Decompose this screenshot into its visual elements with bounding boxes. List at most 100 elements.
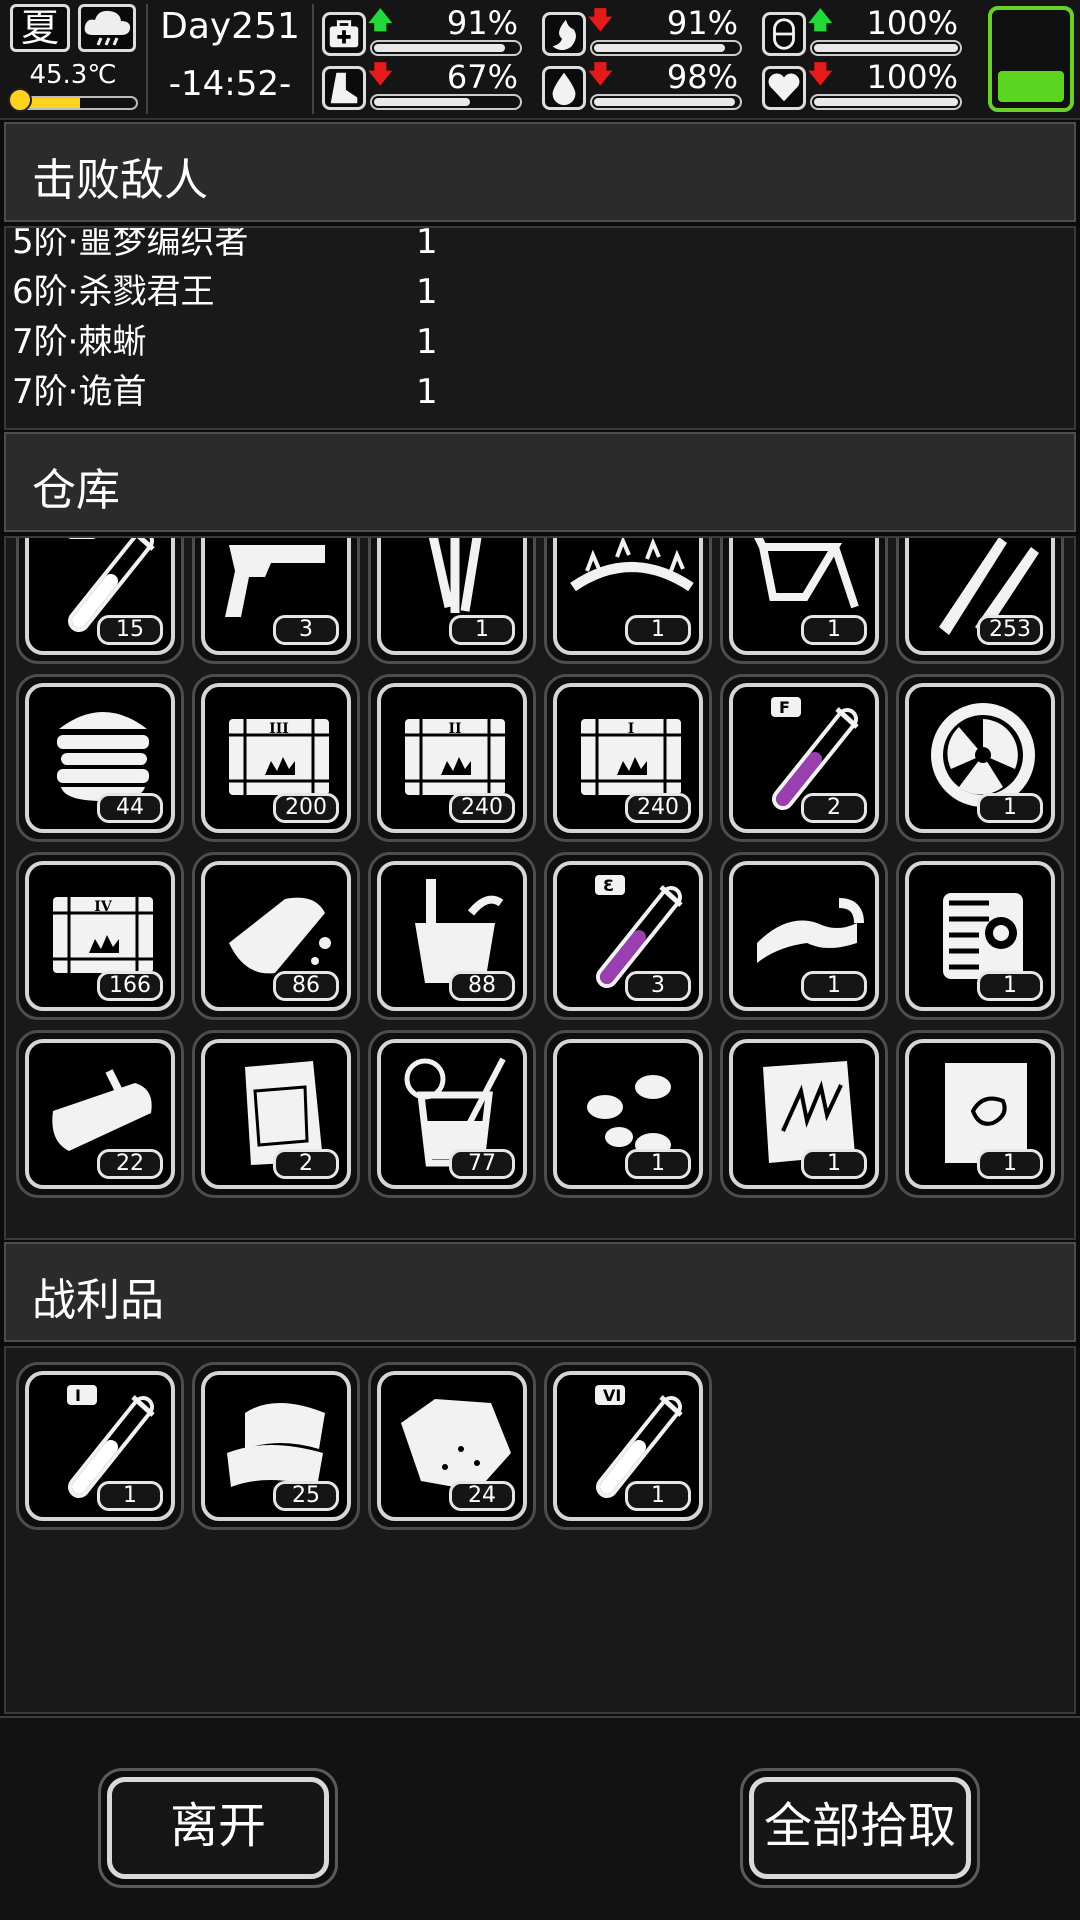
capsule-icon: [762, 12, 806, 56]
test-tube-vi-icon: VI 1: [553, 1371, 703, 1521]
defeated-enemy-list[interactable]: 5阶·噩梦编织者 1 6阶·杀戮君王 1 7阶·棘蜥 1 7阶·诡首 1: [4, 226, 1076, 430]
section-title: 仓库: [32, 465, 120, 516]
item-slot[interactable]: 1: [544, 538, 712, 664]
svg-text:VI: VI: [603, 1386, 621, 1405]
item-count-badge: 3: [625, 971, 691, 1001]
item-slot[interactable]: II 240: [368, 674, 536, 842]
stat-bar: [810, 40, 962, 56]
stat-bar: [370, 40, 522, 56]
day-counter: Day251: [160, 6, 300, 47]
trend-down-icon: 🡇: [368, 60, 393, 88]
item-slot[interactable]: 25: [192, 1362, 360, 1530]
pistol-icon: 3: [201, 538, 351, 655]
section-header-warehouse: 仓库: [4, 432, 1076, 532]
item-slot[interactable]: 22: [16, 1030, 184, 1198]
item-count-badge: 1: [625, 1149, 691, 1179]
bike-frame-icon: 1: [729, 538, 879, 655]
svg-text:F: F: [779, 698, 790, 717]
battery-icon: [988, 6, 1074, 112]
section-title: 战利品: [32, 1275, 164, 1326]
item-slot[interactable]: 1: [544, 1030, 712, 1198]
item-slot[interactable]: 1: [720, 538, 888, 664]
item-slot[interactable]: 1: [896, 852, 1064, 1020]
warehouse-grid[interactable]: V15311125344III200II240I240F21IV1668688Ɛ…: [4, 536, 1076, 1240]
item-count-badge: 1: [977, 971, 1043, 1001]
item-slot[interactable]: F2: [720, 674, 888, 842]
enemy-name: 5阶·噩梦编织者: [12, 226, 249, 262]
engine-icon: 1: [905, 861, 1055, 1011]
leave-button-label: 离开: [107, 1777, 329, 1879]
trend-down-icon: 🡇: [588, 6, 613, 34]
trend-down-icon: 🡇: [808, 60, 833, 88]
item-count-badge: 1: [801, 615, 867, 645]
enemy-count: 1: [416, 272, 438, 312]
item-slot[interactable]: VI 1: [544, 1362, 712, 1530]
bike-seat-icon: 1: [729, 861, 879, 1011]
item-count-badge: 1: [625, 615, 691, 645]
pills-icon: 1: [553, 1039, 703, 1189]
enemy-name: 7阶·棘蜥: [12, 322, 147, 362]
item-slot[interactable]: 77: [368, 1030, 536, 1198]
blueprint-scroll-icon: 1: [905, 1039, 1055, 1189]
svg-text:I: I: [75, 1386, 81, 1405]
lemonade-icon: 77: [377, 1039, 527, 1189]
item-slot[interactable]: 253: [896, 538, 1064, 664]
cloth-icon: 25: [201, 1371, 351, 1521]
food-pouch-icon: 2: [201, 1039, 351, 1189]
bullets-icon: 253: [905, 538, 1055, 655]
item-slot[interactable]: III 200: [192, 674, 360, 842]
item-slot[interactable]: 1: [368, 538, 536, 664]
trend-up-icon: 🡅: [368, 6, 393, 34]
item-slot[interactable]: 3: [192, 538, 360, 664]
item-slot[interactable]: 1: [720, 852, 888, 1020]
foot-icon: [322, 66, 366, 110]
section-header-loot: 战利品: [4, 1242, 1076, 1342]
stat-heart: 🡇 100%: [762, 58, 968, 112]
stat-medkit: 🡅 91%: [322, 4, 528, 58]
divider: [312, 4, 314, 114]
item-slot[interactable]: I1: [16, 1362, 184, 1530]
stat-bar: [810, 94, 962, 110]
test-tube-f-icon: F2: [729, 683, 879, 833]
temperature-readout: 45.3℃: [29, 60, 117, 90]
stat-foot: 🡇 67%: [322, 58, 528, 112]
metal-rods-icon: 1: [377, 538, 527, 655]
action-bar: 离开 全部拾取: [0, 1716, 1080, 1920]
saw-blade-icon: 1: [905, 683, 1055, 833]
svg-text:III: III: [269, 721, 289, 737]
svg-text:IV: IV: [94, 899, 113, 915]
svg-text:I: I: [628, 721, 635, 737]
bucket-icon: 88: [377, 861, 527, 1011]
stat-capsule: 🡅 100%: [762, 4, 968, 58]
loot-grid[interactable]: I 1 25 24 VI 1: [4, 1346, 1076, 1714]
svg-text:Ɛ: Ɛ: [603, 876, 614, 895]
section-header-defeated: 击败敌人: [4, 122, 1076, 222]
item-slot[interactable]: Ɛ3: [544, 852, 712, 1020]
leave-button[interactable]: 离开: [98, 1768, 338, 1888]
item-slot[interactable]: IV 166: [16, 852, 184, 1020]
item-count-badge: 24: [449, 1481, 515, 1511]
take-all-button[interactable]: 全部拾取: [740, 1768, 980, 1888]
test-tube-i-icon: I1: [25, 1371, 175, 1521]
stat-stomach: 🡇 91%: [542, 4, 748, 58]
divider: [146, 4, 148, 114]
item-slot[interactable]: 2: [192, 1030, 360, 1198]
item-count-badge: 15: [97, 615, 163, 645]
item-slot[interactable]: 1: [896, 674, 1064, 842]
bread-icon: 86: [201, 861, 351, 1011]
item-slot[interactable]: 88: [368, 852, 536, 1020]
stat-value: 98%: [666, 58, 738, 96]
item-slot[interactable]: 1: [896, 1030, 1064, 1198]
enemy-name: 6阶·杀戮君王: [12, 272, 215, 312]
item-count-badge: 253: [977, 615, 1043, 645]
trend-down-icon: 🡇: [588, 60, 613, 88]
item-slot[interactable]: 1: [720, 1030, 888, 1198]
crate-i-icon: I 240: [553, 683, 703, 833]
item-slot[interactable]: 24: [368, 1362, 536, 1530]
item-slot[interactable]: 44: [16, 674, 184, 842]
item-count-badge: 1: [801, 971, 867, 1001]
item-slot[interactable]: I 240: [544, 674, 712, 842]
item-slot[interactable]: 86: [192, 852, 360, 1020]
item-slot[interactable]: V 15: [16, 538, 184, 664]
ore-chunk-icon: 24: [377, 1371, 527, 1521]
